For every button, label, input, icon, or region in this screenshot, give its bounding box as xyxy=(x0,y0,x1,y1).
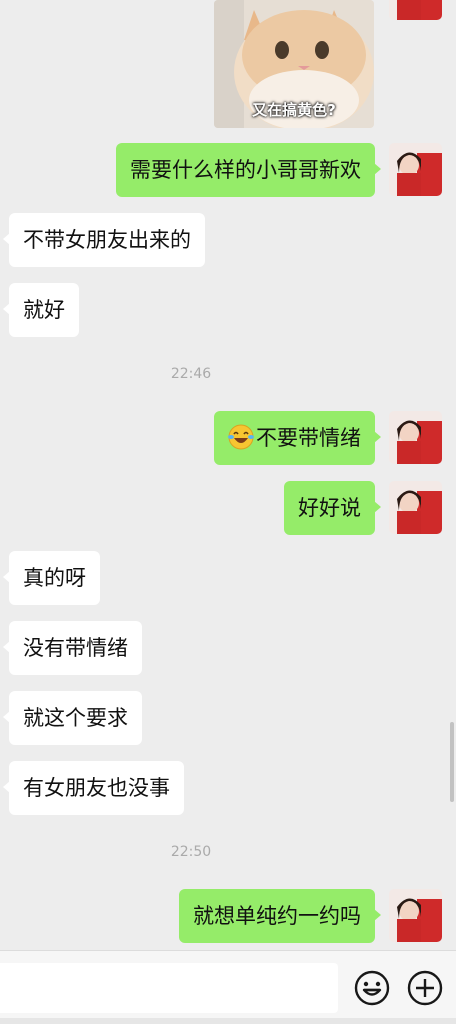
avatar-image xyxy=(389,143,442,196)
avatar[interactable] xyxy=(389,481,442,534)
laughing-tears-emoji-icon xyxy=(228,424,254,450)
message-text: 真的呀 xyxy=(23,566,86,590)
message-bubble-incoming[interactable]: 真的呀 xyxy=(3,551,100,605)
message-input[interactable] xyxy=(0,963,338,1013)
message-bubble-incoming[interactable]: 不带女朋友出来的 xyxy=(3,213,205,267)
bottom-divider xyxy=(0,1018,456,1024)
plus-circle-icon[interactable] xyxy=(406,969,444,1007)
smiley-face-icon[interactable] xyxy=(353,969,391,1007)
avatar-image xyxy=(389,889,442,942)
message-bubble-outgoing[interactable]: 需要什么样的小哥哥新欢 xyxy=(116,143,381,197)
avatar-image xyxy=(389,411,442,464)
avatar[interactable] xyxy=(389,0,442,20)
timestamp: 22:50 xyxy=(170,844,212,860)
cat-sticker-image[interactable]: 又在搞黄色? xyxy=(214,0,374,128)
message-text: 不带女朋友出来的 xyxy=(23,228,191,252)
avatar[interactable] xyxy=(389,411,442,464)
chat-area: 又在搞黄色? 需要什么样的小哥哥新欢 不带女朋友出来的 就好 22:46 不要带… xyxy=(0,0,456,950)
message-text: 没有带情绪 xyxy=(23,636,128,660)
message-bubble-outgoing[interactable]: 好好说 xyxy=(284,481,381,535)
message-bubble-incoming[interactable]: 有女朋友也没事 xyxy=(3,761,184,815)
message-text: 有女朋友也没事 xyxy=(23,776,170,800)
input-bar xyxy=(0,950,456,1024)
message-text: 需要什么样的小哥哥新欢 xyxy=(130,158,361,182)
message-text: 就这个要求 xyxy=(23,706,128,730)
message-text: 不要带情绪 xyxy=(256,426,361,450)
avatar-image xyxy=(389,481,442,534)
message-bubble-incoming[interactable]: 就好 xyxy=(3,283,79,337)
message-bubble-outgoing[interactable]: 不要带情绪 xyxy=(214,411,381,465)
avatar-image xyxy=(389,0,442,20)
message-bubble-incoming[interactable]: 就这个要求 xyxy=(3,691,142,745)
sticker-caption: 又在搞黄色? xyxy=(252,101,336,119)
avatar[interactable] xyxy=(389,143,442,196)
avatar[interactable] xyxy=(389,889,442,942)
message-text: 就好 xyxy=(23,298,65,322)
message-bubble-incoming[interactable]: 没有带情绪 xyxy=(3,621,142,675)
scrollbar[interactable] xyxy=(450,722,454,802)
timestamp: 22:46 xyxy=(170,366,212,382)
message-bubble-outgoing[interactable]: 就想单纯约一约吗 xyxy=(179,889,381,943)
message-text: 就想单纯约一约吗 xyxy=(193,904,361,928)
message-text: 好好说 xyxy=(298,496,361,520)
